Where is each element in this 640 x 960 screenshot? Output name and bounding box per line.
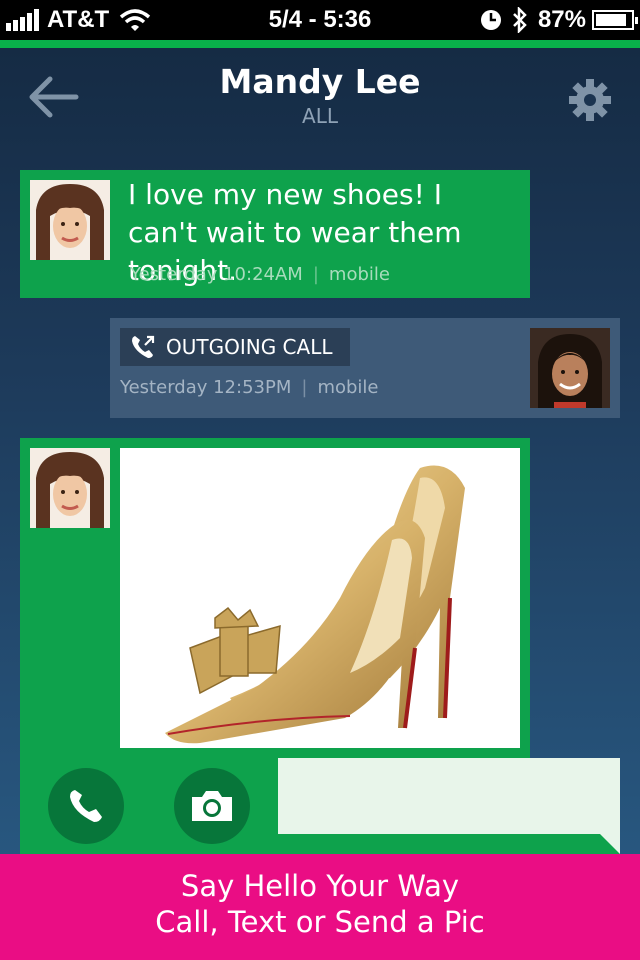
call-log-card[interactable]: OUTGOING CALL Yesterday 12:53PM | mobile (110, 318, 620, 418)
battery-fill (596, 14, 626, 26)
camera-icon (192, 791, 232, 821)
meta-separator: | (312, 264, 319, 285)
input-tail (600, 834, 620, 854)
accent-line (0, 40, 640, 48)
message-time: Yesterday 10:24AM (130, 264, 303, 285)
shoe-photo[interactable] (120, 448, 520, 748)
battery-icon (592, 10, 638, 30)
battery-percent: 87% (537, 6, 586, 33)
phone-icon (70, 790, 102, 822)
filter-label[interactable]: ALL (0, 104, 640, 128)
message-meta: Yesterday 10:24AM | mobile (130, 264, 390, 285)
conversation-screen: Mandy Lee ALL I love my new shoes! I can… (0, 48, 640, 960)
camera-button[interactable] (174, 768, 250, 844)
promo-banner: Say Hello Your Way Call, Text or Send a … (0, 854, 640, 960)
outgoing-call-icon (132, 335, 155, 358)
status-bar: AT&T 5/4 - 5:36 87% (0, 0, 640, 40)
banner-line-2: Call, Text or Send a Pic (155, 905, 485, 939)
composer-bar (20, 758, 620, 858)
photo-message-bubble[interactable] (20, 438, 530, 768)
avatar-mandy[interactable] (30, 448, 110, 528)
message-bubble-incoming[interactable]: I love my new shoes! I can't wait to wea… (20, 170, 530, 298)
avatar-mandy[interactable] (30, 180, 110, 260)
avatar-self[interactable] (530, 328, 610, 408)
message-source: mobile (328, 264, 390, 285)
call-meta: Yesterday 12:53PM | mobile (120, 377, 379, 398)
call-time: Yesterday 12:53PM (120, 377, 292, 398)
meta-separator: | (301, 377, 308, 398)
call-source: mobile (317, 377, 379, 398)
clock-icon (480, 10, 501, 30)
call-label-pill: OUTGOING CALL (120, 328, 350, 366)
status-right: 87% (480, 6, 638, 34)
call-button[interactable] (48, 768, 124, 844)
message-input[interactable] (278, 758, 620, 834)
contact-name: Mandy Lee (219, 62, 421, 101)
gear-icon[interactable] (568, 78, 612, 122)
call-label: OUTGOING CALL (166, 335, 333, 359)
banner-line-1: Say Hello Your Way (180, 869, 460, 903)
bluetooth-icon (513, 7, 527, 33)
